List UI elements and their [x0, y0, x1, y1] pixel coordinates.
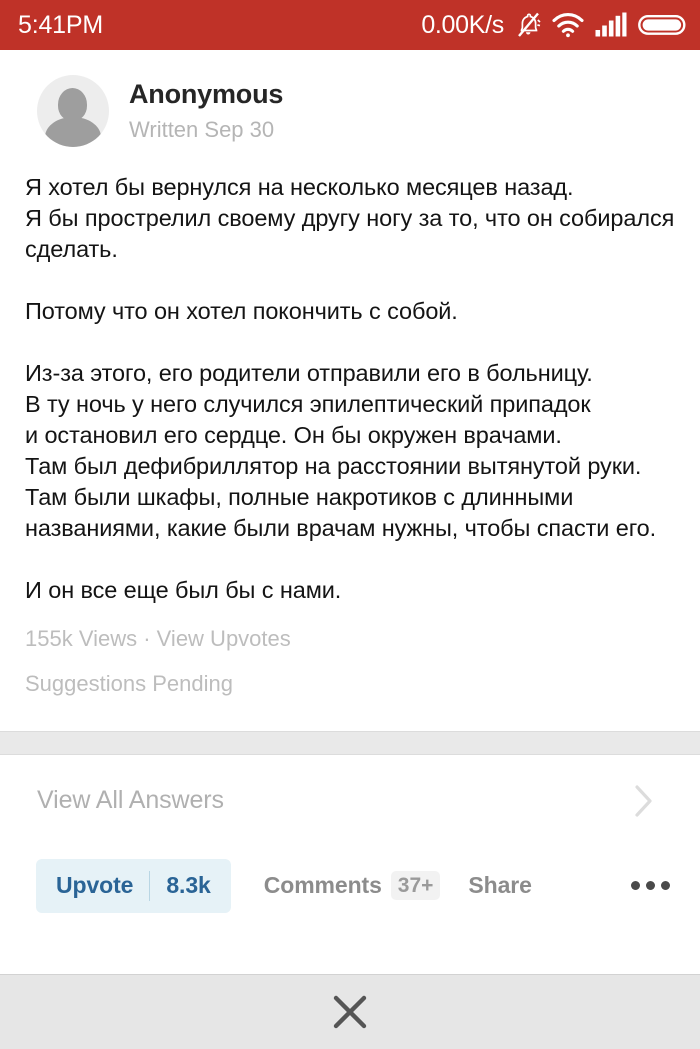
action-bar: Upvote 8.3k Comments 37+ Share [0, 846, 700, 925]
more-dot [631, 881, 640, 891]
share-button[interactable]: Share [468, 872, 532, 899]
signal-bars-icon [595, 12, 627, 37]
views-and-upvotes-link[interactable]: 155k Views · View Upvotes [25, 626, 675, 652]
upvote-button[interactable]: Upvote 8.3k [36, 858, 231, 913]
answer-meta: 155k Views · View Upvotes Suggestions Pe… [0, 626, 700, 698]
status-bar: 5:41PM 0.00K/s [0, 0, 700, 50]
written-date: Written Sep 30 [129, 117, 275, 143]
network-speed-label: 0.00K/s [421, 10, 504, 39]
chevron-right-icon[interactable] [633, 783, 655, 819]
more-horizontal-icon[interactable] [631, 881, 670, 891]
upvote-count: 8.3k [166, 872, 211, 899]
answer-paragraph: И он все еще был бы с нами. [25, 577, 342, 603]
avatar-body-shape [45, 117, 101, 147]
author-text-block: Anonymous Written Sep 30 [129, 79, 283, 142]
suggestions-pending-label: Suggestions Pending [25, 671, 233, 697]
comments-count-badge: 37+ [390, 871, 441, 901]
author-name[interactable]: Anonymous [129, 79, 283, 110]
more-dot [646, 881, 655, 891]
more-dot [661, 881, 670, 891]
section-divider [0, 730, 700, 755]
answer-paragraph: Из-за этого, его родители отправили его … [25, 360, 657, 541]
answer-paragraph: Я хотел бы вернулся на несколько месяцев… [25, 174, 675, 262]
view-all-answers-label: View All Answers [37, 786, 224, 815]
avatar[interactable] [37, 75, 109, 147]
comments-button[interactable]: Comments 37+ [263, 871, 441, 901]
battery-icon [638, 14, 686, 35]
wifi-icon [552, 13, 584, 38]
close-x-icon[interactable] [327, 989, 373, 1035]
answer-body: Я хотел бы вернулся на несколько месяцев… [0, 172, 700, 606]
view-all-answers-row[interactable]: View All Answers [0, 754, 700, 847]
upvote-divider [149, 870, 151, 901]
status-bar-icons: 0.00K/s [421, 11, 686, 39]
bell-muted-icon [518, 12, 541, 37]
answer-paragraph: Потому что он хотел покончить с собой. [25, 298, 458, 324]
author-row[interactable]: Anonymous Written Sep 30 [0, 72, 700, 150]
bottom-close-bar[interactable] [0, 974, 700, 1049]
comments-label: Comments [263, 872, 382, 899]
answer-card: Anonymous Written Sep 30 Я хотел бы верн… [0, 50, 700, 698]
upvote-label: Upvote [56, 872, 134, 899]
status-bar-time: 5:41PM [18, 10, 103, 39]
